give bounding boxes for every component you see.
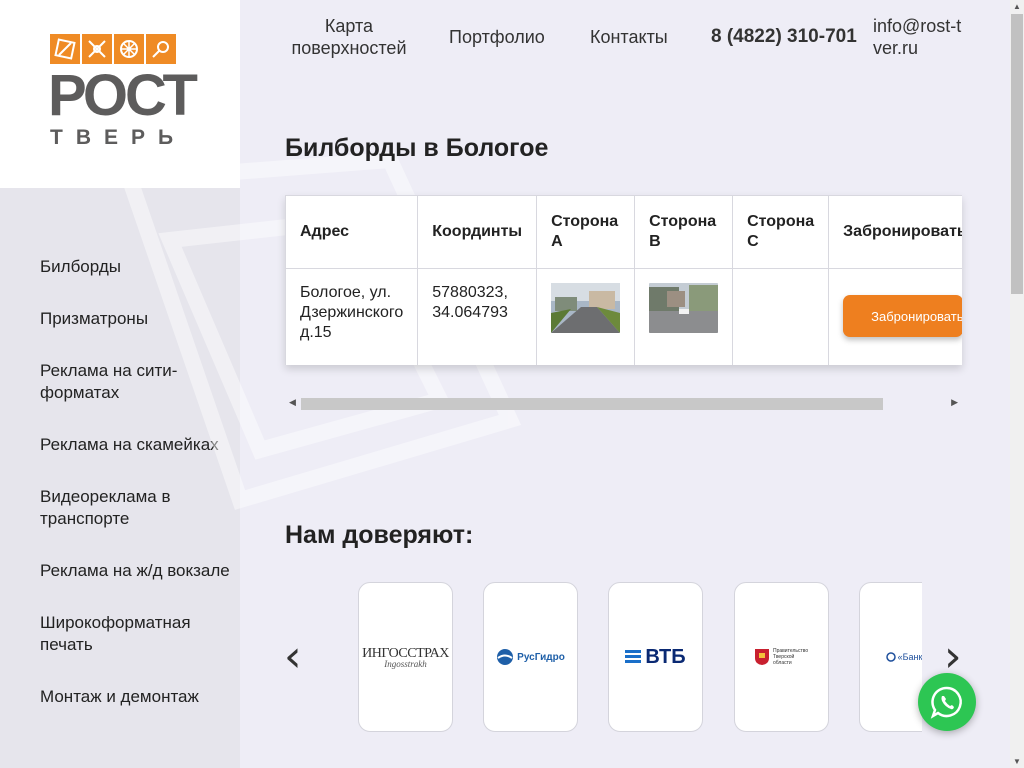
billboards-table: Адрес Координты Сторона А Сторона В Стор…	[285, 195, 962, 365]
sidebar-item-transport-video[interactable]: Видеореклама в транспорте	[40, 486, 230, 530]
logo-tile-icon	[114, 34, 144, 64]
logo-tile-icon	[146, 34, 176, 64]
ingosstrakh-logo: ИНГОССТРАХ Ingosstrakh	[359, 646, 452, 669]
partners-title: Нам доверяют:	[285, 521, 474, 549]
nav-portfolio[interactable]: Портфолио	[449, 26, 545, 48]
scroll-down-icon[interactable]: ▼	[1013, 757, 1021, 766]
logo[interactable]: РОСТ ТВЕРЬ	[0, 0, 240, 188]
sidebar: РОСТ ТВЕРЬ Билборды Призматроны Реклама …	[0, 0, 240, 768]
phone-link[interactable]: 8 (4822) 310-701	[711, 26, 857, 48]
side-b-photo[interactable]	[649, 283, 719, 333]
sidebar-item-city-formats[interactable]: Реклама на сити-форматах	[40, 360, 230, 404]
partner-card-tver-government[interactable]: Правительство Тверской области	[734, 582, 829, 732]
logo-sub-text: ТВЕРЬ	[50, 126, 187, 149]
nav-surfaces-map[interactable]: Карта поверхностей	[285, 15, 413, 59]
col-address: Адрес	[285, 195, 419, 269]
col-side-b: Сторона В	[634, 195, 734, 269]
tver-government-logo-text: Правительство Тверской области	[773, 648, 809, 666]
sidebar-item-mounting[interactable]: Монтаж и демонтаж	[40, 686, 230, 708]
scroll-thumb[interactable]	[301, 398, 883, 410]
page-title: Билборды в Бологое	[285, 134, 549, 162]
bank-t-logo-text: «Банк «Т	[897, 652, 922, 662]
sidebar-item-prismatrons[interactable]: Призматроны	[40, 308, 230, 330]
partner-card-rushydro[interactable]: РусГидро	[483, 582, 578, 732]
scroll-right-icon[interactable]: ▶	[951, 397, 958, 408]
book-button[interactable]: Забронировать	[843, 295, 962, 337]
logo-tile-icon	[82, 34, 112, 64]
cell-side-c	[732, 268, 830, 365]
page-scroll-thumb[interactable]	[1011, 14, 1023, 294]
side-a-photo[interactable]	[551, 283, 621, 333]
bank-t-logo-icon	[885, 652, 896, 662]
coat-of-arms-icon	[755, 649, 769, 665]
partner-card-bank-t[interactable]: «Банк «Т	[859, 582, 922, 732]
table-header-row: Адрес Координты Сторона А Сторона В Стор…	[285, 195, 962, 269]
rushydro-logo-icon	[497, 649, 514, 665]
sidebar-menu: Билборды Призматроны Реклама на сити-фор…	[40, 256, 230, 738]
cell-coordinates: 57880323, 34.064793	[417, 268, 538, 365]
col-coordinates: Координты	[417, 195, 538, 269]
email-link[interactable]: info@rost-tver.ru	[873, 15, 965, 59]
col-side-c: Сторона С	[732, 195, 830, 269]
chevron-left-icon[interactable]: ‹	[284, 635, 302, 679]
chevron-right-icon[interactable]: ›	[944, 635, 962, 679]
rushydro-logo: РусГидро	[496, 648, 565, 666]
bank-t-logo: «Банк «Т	[878, 652, 922, 662]
rushydro-logo-text: РусГидро	[517, 651, 565, 663]
scroll-up-icon[interactable]: ▲	[1013, 2, 1021, 11]
sidebar-item-billboards[interactable]: Билборды	[40, 256, 230, 278]
table-horizontal-scrollbar[interactable]: ◀ ▶	[285, 396, 962, 410]
whatsapp-icon	[930, 686, 962, 719]
vtb-logo-icon	[625, 650, 642, 663]
nav-contacts[interactable]: Контакты	[590, 26, 668, 48]
table-row: Бологое, ул. Дзержинского д.15 57880323,…	[285, 268, 962, 365]
col-side-a: Сторона А	[536, 195, 636, 269]
cell-side-b	[634, 268, 734, 365]
col-book: Забронировать	[828, 195, 962, 269]
scroll-left-icon[interactable]: ◀	[289, 397, 296, 408]
sidebar-item-benches[interactable]: Реклама на скамейках	[40, 434, 230, 456]
logo-tile-icon	[50, 34, 80, 64]
cell-address: Бологое, ул. Дзержинского д.15	[285, 268, 419, 365]
sidebar-item-railway-station[interactable]: Реклама на ж/д вокзале	[40, 560, 230, 582]
sidebar-item-wide-print[interactable]: Широкоформатная печать	[40, 612, 230, 656]
tver-government-logo: Правительство Тверской области	[754, 648, 809, 666]
partner-card-ingosstrakh[interactable]: ИНГОССТРАХ Ingosstrakh	[358, 582, 453, 732]
cell-book: Забронировать	[828, 268, 962, 365]
vtb-logo: ВТБ	[625, 645, 686, 669]
logo-icons	[50, 34, 176, 64]
logo-main-text: РОСТ	[48, 63, 198, 128]
vtb-logo-text: ВТБ	[645, 645, 686, 668]
whatsapp-button[interactable]	[918, 673, 976, 731]
page-vertical-scrollbar[interactable]: ▲ ▼	[1010, 0, 1024, 768]
partners-carousel: ИНГОССТРАХ Ingosstrakh РусГидро ВТБ Прав…	[328, 580, 922, 735]
cell-side-a	[536, 268, 636, 365]
partner-card-vtb[interactable]: ВТБ	[608, 582, 703, 732]
